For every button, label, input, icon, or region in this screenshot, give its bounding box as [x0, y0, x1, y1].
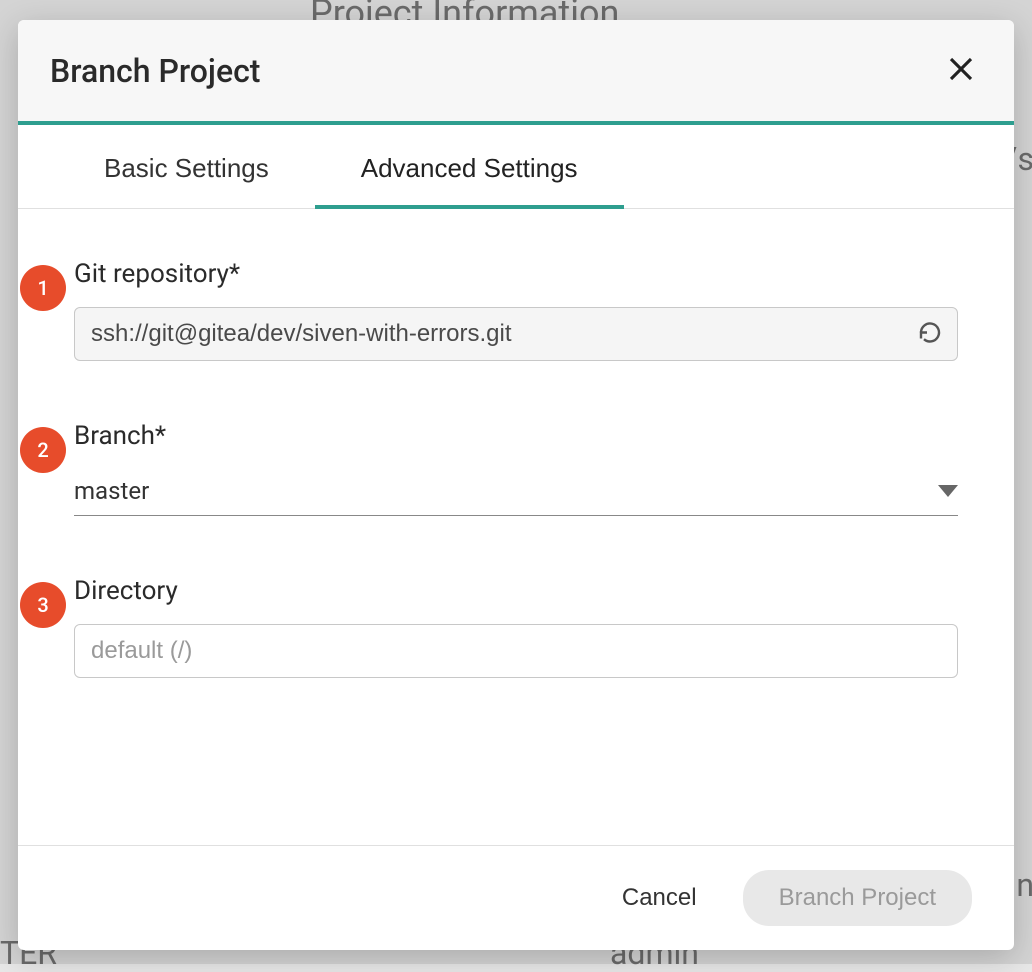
git-repository-input-wrapper — [74, 307, 958, 361]
cancel-button[interactable]: Cancel — [610, 874, 709, 922]
tab-bar: Basic Settings Advanced Settings — [18, 125, 1014, 209]
directory-input-wrapper — [74, 624, 958, 678]
close-button[interactable] — [940, 48, 982, 93]
git-repository-input[interactable] — [74, 307, 958, 361]
step-badge-2: 2 — [20, 427, 66, 473]
git-repository-label: Git repository* — [74, 259, 958, 289]
branch-select-value: master — [74, 477, 149, 505]
refresh-button[interactable] — [914, 317, 946, 352]
modal-header: Branch Project — [18, 20, 1014, 125]
branch-project-modal: Branch Project Basic Settings Advanced S… — [18, 20, 1014, 950]
directory-input[interactable] — [74, 624, 958, 678]
branch-select[interactable]: master — [74, 469, 958, 516]
step-badge-1: 1 — [20, 265, 66, 311]
modal-title: Branch Project — [50, 52, 260, 90]
branch-label: Branch* — [74, 421, 958, 451]
tab-advanced-settings[interactable]: Advanced Settings — [315, 125, 624, 208]
step-badge-3: 3 — [20, 582, 66, 628]
chevron-down-icon — [938, 482, 958, 501]
tab-basic-settings[interactable]: Basic Settings — [58, 125, 315, 208]
directory-label: Directory — [74, 576, 958, 606]
git-repository-group: 1 Git repository* — [74, 259, 958, 361]
modal-body: 1 Git repository* 2 Branch* master — [18, 209, 1014, 845]
branch-group: 2 Branch* master — [74, 421, 958, 516]
directory-group: 3 Directory — [74, 576, 958, 678]
refresh-icon — [918, 321, 942, 348]
branch-project-button[interactable]: Branch Project — [743, 870, 972, 926]
close-icon — [946, 54, 976, 87]
backdrop-n-text: n — [1016, 866, 1032, 904]
modal-footer: Cancel Branch Project — [18, 845, 1014, 950]
